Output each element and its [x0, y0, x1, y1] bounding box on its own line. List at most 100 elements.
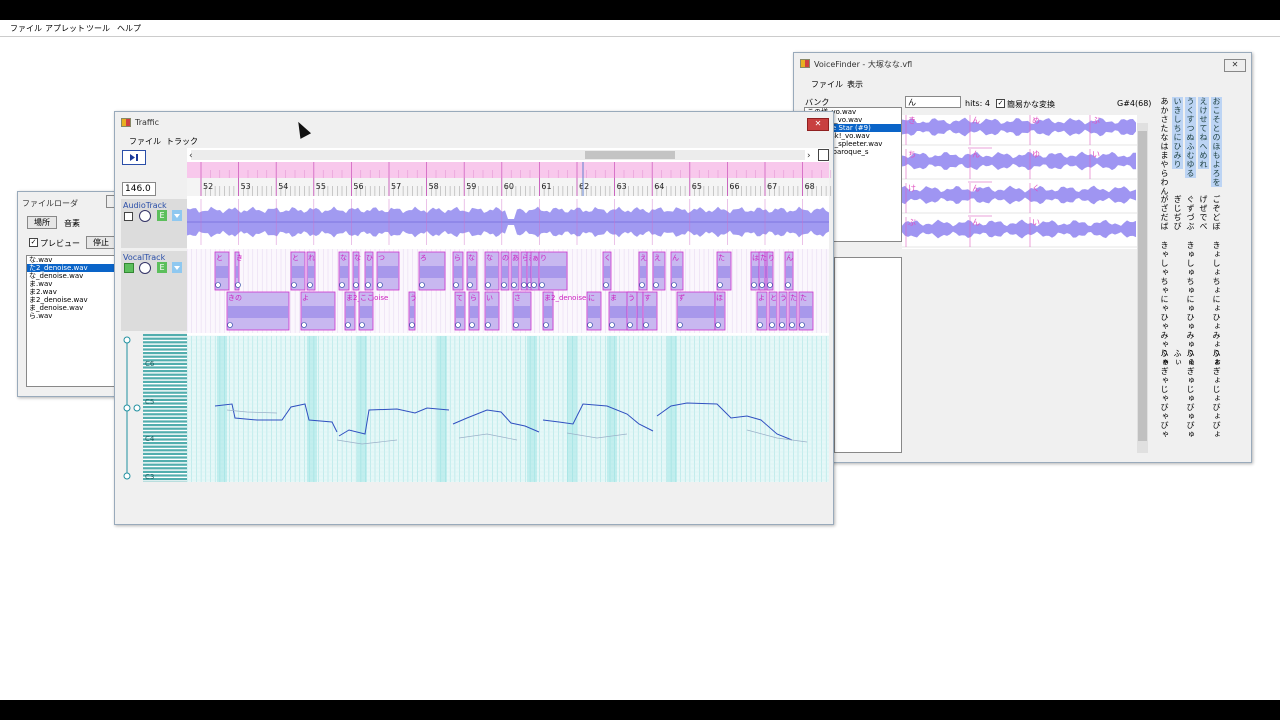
note-handle-icon[interactable] [339, 282, 345, 288]
note-handle-icon[interactable] [643, 322, 649, 328]
kana-column[interactable]: がざだば [1159, 195, 1170, 231]
voicefinder-titlebar[interactable]: VoiceFinder - 大塚なな.vfl ✕ [794, 53, 1251, 73]
note-handle-icon[interactable] [291, 282, 297, 288]
note-handle-icon[interactable] [307, 282, 313, 288]
pitch-range-handle[interactable] [123, 404, 131, 412]
kana-column[interactable]: うくすつぬふむゆる [1185, 97, 1196, 178]
note-handle-icon[interactable] [789, 322, 795, 328]
note-handle-icon[interactable] [769, 322, 775, 328]
note-handle-icon[interactable] [603, 282, 609, 288]
note-handle-icon[interactable] [717, 282, 723, 288]
note-handle-icon[interactable] [377, 282, 383, 288]
note-handle-icon[interactable] [653, 282, 659, 288]
tempo-field[interactable]: 146.0 [122, 182, 156, 196]
traffic-menu-file[interactable]: ファイル [129, 136, 161, 147]
audio-effect-button[interactable]: E [157, 210, 167, 221]
note-handle-icon[interactable] [671, 282, 677, 288]
menu-applet[interactable]: アプレット [45, 23, 85, 34]
note-handle-icon[interactable] [587, 322, 593, 328]
note-handle-icon[interactable] [627, 322, 633, 328]
menu-file[interactable]: ファイル [10, 23, 42, 34]
note-handle-icon[interactable] [511, 282, 517, 288]
kana-column[interactable]: きゅしゅちゅにゅひゅみゅりゅぎゅじゅびゅぴゅ [1185, 241, 1196, 439]
note-handle-icon[interactable] [715, 322, 721, 328]
kana-column[interactable]: ぐずづぶ [1185, 195, 1196, 231]
note-handle-icon[interactable] [785, 282, 791, 288]
pitch-range-handle[interactable] [133, 404, 141, 412]
horizontal-scrollbar[interactable] [191, 150, 805, 160]
note-handle-icon[interactable] [359, 322, 365, 328]
kana-column[interactable]: えけせてねへめれ [1198, 97, 1209, 169]
piano-keyboard[interactable]: C6 C5 C4 C3 [121, 334, 187, 484]
note-handle-icon[interactable] [485, 282, 491, 288]
vf-wave-panel[interactable]: きんめぶちんゆいけんくぶんい [902, 115, 1152, 249]
voicefinder-close-button[interactable]: ✕ [1224, 59, 1246, 72]
vocal-mute-checkbox[interactable] [124, 263, 134, 273]
kana-column[interactable]: げぜでべ [1198, 195, 1209, 231]
kana-column[interactable]: ふぉ [1211, 349, 1222, 367]
note-handle-icon[interactable] [419, 282, 425, 288]
note-handle-icon[interactable] [467, 282, 473, 288]
kana-column[interactable]: ふぇ [1185, 349, 1196, 367]
vocal-volume-knob[interactable] [139, 262, 151, 274]
traffic-titlebar[interactable]: Traffic ✕ [115, 112, 833, 132]
file-loader-titlebar[interactable]: ファイルローダ ✕ [18, 192, 128, 212]
search-input[interactable] [905, 96, 961, 108]
kana-column[interactable]: あかさたなはまやらわん [1159, 97, 1170, 196]
note-handle-icon[interactable] [779, 322, 785, 328]
note-handle-icon[interactable] [513, 322, 519, 328]
file-item[interactable]: ま2.wav [27, 288, 125, 296]
file-item[interactable]: ら.wav [27, 312, 125, 320]
note-handle-icon[interactable] [539, 282, 545, 288]
note-handle-icon[interactable] [409, 322, 415, 328]
note-handle-icon[interactable] [543, 322, 549, 328]
kana-column[interactable]: ふぃ [1172, 349, 1183, 367]
traffic-close-button[interactable]: ✕ [807, 118, 829, 131]
note-handle-icon[interactable] [751, 282, 757, 288]
vf-menu-file[interactable]: ファイル [811, 79, 843, 90]
file-item[interactable]: ま_denoise.wav [27, 304, 125, 312]
kana-column[interactable]: ごぞどぼ [1211, 195, 1222, 231]
note-handle-icon[interactable] [469, 322, 475, 328]
kana-convert-checkbox[interactable]: ✓ [996, 99, 1005, 108]
note-handle-icon[interactable] [345, 322, 351, 328]
note-handle-icon[interactable] [215, 282, 221, 288]
audio-expand-button[interactable] [172, 210, 182, 221]
file-item[interactable]: な.wav [27, 256, 125, 264]
kana-column[interactable]: おこそとのほもよろを [1211, 97, 1222, 187]
kana-column[interactable]: ふぁ [1159, 349, 1170, 367]
note-handle-icon[interactable] [609, 322, 615, 328]
scroll-right-icon[interactable]: › [807, 151, 811, 161]
scroll-thumb[interactable] [585, 151, 675, 159]
note-handle-icon[interactable] [301, 322, 307, 328]
maximize-view-button[interactable] [818, 149, 829, 161]
file-item[interactable]: ま.wav [27, 280, 125, 288]
note-handle-icon[interactable] [759, 282, 765, 288]
traffic-menu-track[interactable]: トラック [166, 136, 198, 147]
file-item[interactable]: ま2_denoise.wav [27, 296, 125, 304]
note-handle-icon[interactable] [227, 322, 233, 328]
note-handle-icon[interactable] [235, 282, 241, 288]
preview-checkbox[interactable]: ✓ [29, 238, 38, 247]
stop-button[interactable]: 停止 [86, 236, 116, 249]
note-handle-icon[interactable] [531, 282, 537, 288]
vocal-effect-button[interactable]: E [157, 262, 167, 273]
pitch-range-handle[interactable] [123, 336, 131, 344]
loop-ruler[interactable] [187, 162, 829, 178]
location-button[interactable]: 場所 [27, 216, 57, 229]
note-handle-icon[interactable] [485, 322, 491, 328]
vf-scrollbar[interactable] [1137, 123, 1148, 453]
note-handle-icon[interactable] [767, 282, 773, 288]
note-handle-icon[interactable] [639, 282, 645, 288]
kana-column[interactable]: ぎじぢび [1172, 195, 1183, 231]
vf-scroll-thumb[interactable] [1138, 131, 1147, 441]
menu-tool[interactable]: ツール [86, 23, 110, 34]
note-handle-icon[interactable] [353, 282, 359, 288]
menu-help[interactable]: ヘルプ [117, 23, 141, 34]
kana-column[interactable]: いきしちにひみり [1172, 97, 1183, 169]
file-list[interactable]: な.wav た2_denoise.wav な_denoise.wav ま.wav… [26, 255, 126, 387]
note-handle-icon[interactable] [677, 322, 683, 328]
note-handle-icon[interactable] [365, 282, 371, 288]
kana-column[interactable]: きょしょちょにょひょみょりょぎょじょびょぴょ [1211, 241, 1222, 439]
note-handle-icon[interactable] [757, 322, 763, 328]
